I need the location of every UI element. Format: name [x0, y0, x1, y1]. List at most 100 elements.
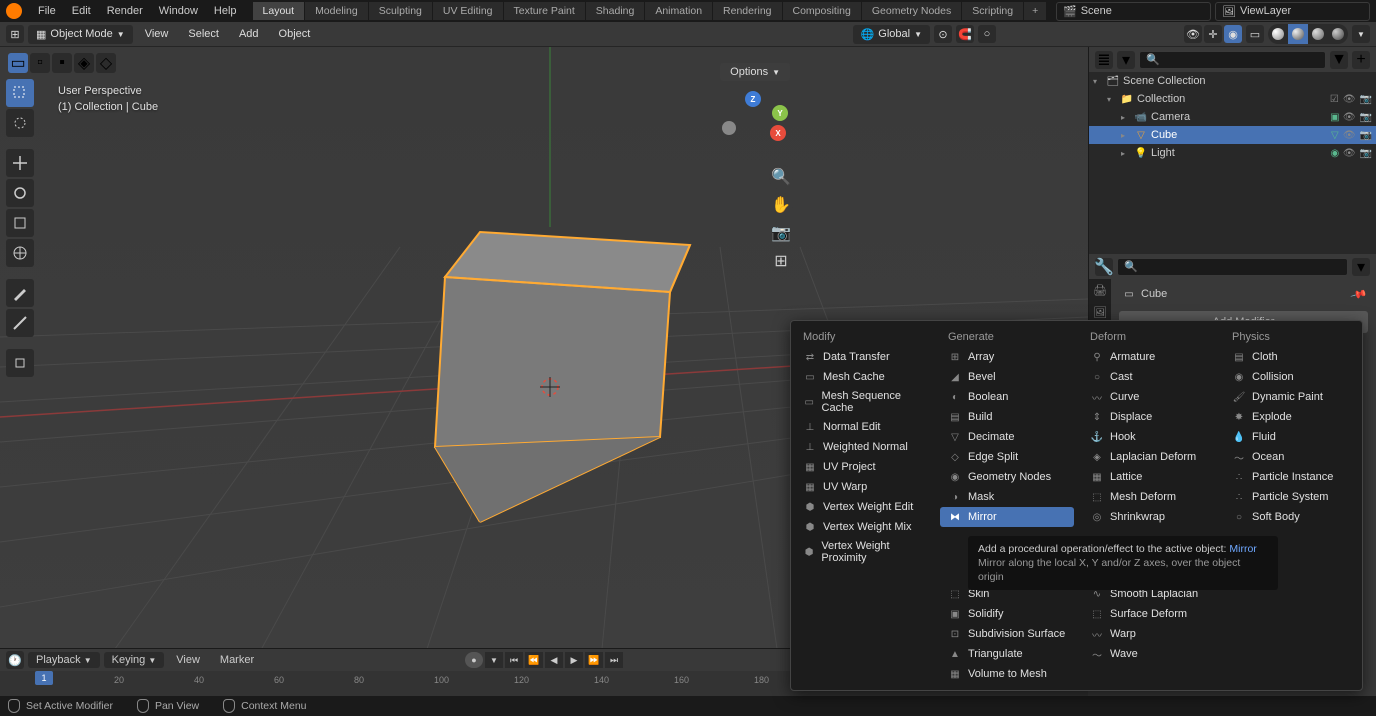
jump-prev-key-icon[interactable]: ⏪ [525, 652, 543, 668]
nav-pan-icon[interactable]: ✋ [769, 193, 793, 217]
visibility-icon[interactable]: 👁 [1184, 25, 1202, 43]
tool-cursor[interactable] [6, 109, 34, 137]
mod-shrinkwrap[interactable]: ◎Shrinkwrap [1082, 507, 1216, 527]
checkbox-icon[interactable]: ☑ [1330, 94, 1339, 105]
mod-vertex-weight-edit[interactable]: ⬢Vertex Weight Edit [795, 497, 932, 517]
mod-ocean[interactable]: 〜Ocean [1224, 447, 1358, 467]
workspace-tab-rendering[interactable]: Rendering [713, 2, 782, 20]
mod-warp[interactable]: 〰Warp [1082, 624, 1216, 644]
mod-subdivision[interactable]: ⊡Subdivision Surface [940, 624, 1074, 644]
mod-volume-to-mesh[interactable]: ▦Volume to Mesh [940, 664, 1074, 684]
mod-wave[interactable]: 〜Wave [1082, 644, 1216, 664]
timeline-keying-button[interactable]: Keying ▼ [104, 652, 165, 668]
tool-rotate[interactable] [6, 179, 34, 207]
shading-rendered[interactable] [1328, 24, 1348, 44]
mod-triangulate[interactable]: ▲Triangulate [940, 644, 1074, 664]
current-frame-marker[interactable]: 1 [35, 671, 53, 685]
viewport-options-button[interactable]: Options ▼ [720, 63, 790, 81]
mode-dropdown[interactable]: ▦ Object Mode ▼ [28, 25, 133, 44]
disclosure-icon[interactable]: ▸ [1121, 131, 1133, 140]
mod-edge-split[interactable]: ◇Edge Split [940, 447, 1074, 467]
scene-field[interactable]: 🎬 Scene [1056, 2, 1211, 21]
menu-help[interactable]: Help [206, 5, 245, 17]
outliner-row-cube[interactable]: ▸ ▽ Cube ▽ 👁📷 [1089, 126, 1376, 144]
shading-material[interactable] [1308, 24, 1328, 44]
mod-bevel[interactable]: ◢Bevel [940, 367, 1074, 387]
timeline-editor-icon[interactable]: 🕐 [6, 651, 24, 669]
mod-lattice[interactable]: ▦Lattice [1082, 467, 1216, 487]
eye-icon[interactable]: 👁 [1343, 148, 1356, 159]
mod-weighted-normal[interactable]: ⊥Weighted Normal [795, 437, 932, 457]
mod-mask[interactable]: ◑Mask [940, 487, 1074, 507]
mod-armature[interactable]: ⚲Armature [1082, 347, 1216, 367]
mod-curve[interactable]: 〰Curve [1082, 387, 1216, 407]
navigation-gizmo[interactable]: Z Y X [718, 91, 788, 161]
workspace-tab-scripting[interactable]: Scripting [962, 2, 1024, 20]
proportional-icon[interactable]: ○ [978, 25, 996, 43]
timeline-view-menu[interactable]: View [168, 654, 208, 666]
mod-mesh-cache[interactable]: ▭Mesh Cache [795, 367, 932, 387]
menu-edit[interactable]: Edit [64, 5, 99, 17]
workspace-tab-geonodes[interactable]: Geometry Nodes [862, 2, 962, 20]
render-icon[interactable]: 📷 [1360, 148, 1372, 159]
pin-icon[interactable]: 📌 [1350, 285, 1368, 303]
tool-move[interactable] [6, 149, 34, 177]
select-invert-icon[interactable]: ◇ [96, 53, 116, 73]
select-extend-icon[interactable]: ▫ [30, 53, 50, 73]
eye-icon[interactable]: 👁 [1343, 112, 1356, 123]
disclosure-icon[interactable]: ▸ [1121, 113, 1133, 122]
tool-select-box[interactable] [6, 79, 34, 107]
mod-particle-system[interactable]: ∴Particle System [1224, 487, 1358, 507]
outliner-display-icon[interactable]: ▾ [1117, 51, 1135, 69]
tool-scale[interactable] [6, 209, 34, 237]
mod-mirror[interactable]: ⧓Mirror [940, 507, 1074, 527]
mod-cast[interactable]: ○Cast [1082, 367, 1216, 387]
mod-solidify[interactable]: ▣Solidify [940, 604, 1074, 624]
mod-geometry-nodes[interactable]: ◉Geometry Nodes [940, 467, 1074, 487]
mod-decimate[interactable]: ▽Decimate [940, 427, 1074, 447]
eye-icon[interactable]: 👁 [1343, 130, 1356, 141]
menu-window[interactable]: Window [151, 5, 206, 17]
pivot-icon[interactable]: ⊙ [934, 25, 952, 43]
mod-mesh-seq-cache[interactable]: ▭Mesh Sequence Cache [795, 387, 932, 417]
mod-boolean[interactable]: ◐Boolean [940, 387, 1074, 407]
outliner-row-collection[interactable]: ▾ 📁 Collection ☑👁📷 [1089, 90, 1376, 108]
mod-data-transfer[interactable]: ⇄Data Transfer [795, 347, 932, 367]
prop-tab-render[interactable]: 🖨 [1089, 279, 1111, 301]
outliner-row-light[interactable]: ▸ 💡 Light ◉ 👁📷 [1089, 144, 1376, 162]
mod-cloth[interactable]: ▤Cloth [1224, 347, 1358, 367]
jump-end-icon[interactable]: ⏭ [605, 652, 623, 668]
viewlayer-field[interactable]: 🖼 ViewLayer [1215, 2, 1370, 21]
mod-vertex-weight-proximity[interactable]: ⬢Vertex Weight Proximity [795, 537, 932, 567]
eye-icon[interactable]: 👁 [1343, 94, 1356, 105]
orientation-dropdown[interactable]: 🌐 Global ▼ [853, 25, 930, 44]
mod-array[interactable]: ⊞Array [940, 347, 1074, 367]
gizmo-y-axis[interactable]: Y [772, 105, 788, 121]
mod-laplacian-deform[interactable]: ◈Laplacian Deform [1082, 447, 1216, 467]
jump-next-key-icon[interactable]: ⏩ [585, 652, 603, 668]
play-reverse-icon[interactable]: ◀ [545, 652, 563, 668]
workspace-tab-animation[interactable]: Animation [645, 2, 713, 20]
tool-transform[interactable] [6, 239, 34, 267]
viewport-menu-select[interactable]: Select [180, 28, 227, 40]
nav-zoom-icon[interactable]: 🔍 [769, 165, 793, 189]
tool-annotate[interactable] [6, 279, 34, 307]
mod-surface-deform[interactable]: ⬚Surface Deform [1082, 604, 1216, 624]
mod-displace[interactable]: ⇕Displace [1082, 407, 1216, 427]
tool-add-cube[interactable] [6, 349, 34, 377]
properties-editor-icon[interactable]: 🔧 [1095, 258, 1113, 276]
timeline-playback-button[interactable]: Playback ▼ [28, 652, 100, 668]
menu-render[interactable]: Render [99, 5, 151, 17]
mod-dynamic-paint[interactable]: 🖌Dynamic Paint [1224, 387, 1358, 407]
outliner-new-collection-icon[interactable]: + [1352, 51, 1370, 69]
gizmo-icon[interactable]: ✛ [1204, 25, 1222, 43]
mod-mesh-deform[interactable]: ⬚Mesh Deform [1082, 487, 1216, 507]
jump-start-icon[interactable]: ⏮ [505, 652, 523, 668]
properties-search-input[interactable] [1117, 258, 1348, 276]
workspace-tab-compositing[interactable]: Compositing [783, 2, 862, 20]
workspace-tab-texturepaint[interactable]: Texture Paint [504, 2, 586, 20]
shading-options-icon[interactable]: ▼ [1352, 25, 1370, 43]
workspace-add-button[interactable]: + [1024, 2, 1046, 20]
select-subtract-icon[interactable]: ▪ [52, 53, 72, 73]
mod-uv-project[interactable]: ▦UV Project [795, 457, 932, 477]
